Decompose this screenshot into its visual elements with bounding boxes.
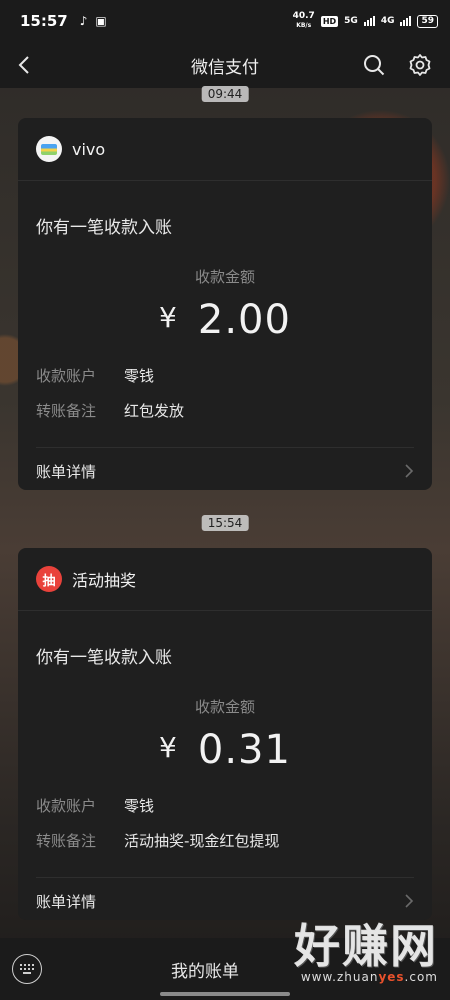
page-title: 微信支付 xyxy=(191,57,259,78)
card-sender: 活动抽奖 xyxy=(72,571,137,590)
bottom-menu-bar: 我的账单 好赚网 www.zhuanyes.com xyxy=(0,919,450,1000)
amount-number: 2.00 xyxy=(197,297,291,343)
site-watermark: 好赚网 www.zhuanyes.com xyxy=(294,910,438,984)
currency-symbol: ¥ xyxy=(159,731,178,764)
info-value: 红包发放 xyxy=(124,402,185,420)
screen: 15:57 ♪ ▣ 40.7 KB/s HD 5G 4G 59 微信支付 09:… xyxy=(0,0,450,1000)
keyboard-glyph-icon xyxy=(20,964,34,974)
currency-symbol: ¥ xyxy=(159,301,178,334)
bill-details-label: 账单详情 xyxy=(36,462,97,481)
chevron-right-icon xyxy=(405,894,414,908)
home-indicator[interactable] xyxy=(160,992,290,996)
watermark-url-prefix: www.zhuan xyxy=(300,970,379,984)
info-value: 零钱 xyxy=(124,797,155,815)
app-notification-icon: ▣ xyxy=(95,14,107,28)
vivo-wallet-icon xyxy=(36,136,62,162)
info-key: 转账备注 xyxy=(36,402,97,420)
net-speed: 40.7 KB/s xyxy=(293,12,315,30)
payment-card[interactable]: 抽 活动抽奖 你有一笔收款入账 收款金额 ¥0.31 收款账户 零钱 转账备注 … xyxy=(18,548,432,920)
info-row-remark: 转账备注 红包发放 xyxy=(36,400,414,421)
watermark-logo-text: 好赚网 xyxy=(294,919,438,973)
card-sender: vivo xyxy=(72,139,106,159)
battery-indicator: 59 xyxy=(417,14,438,28)
watermark-url-highlight: yes xyxy=(378,970,405,984)
amount-label: 收款金额 xyxy=(194,698,255,716)
info-key: 转账备注 xyxy=(36,832,97,850)
music-note-icon: ♪ xyxy=(79,14,88,28)
info-row-account: 收款账户 零钱 xyxy=(36,795,414,816)
card-header[interactable]: vivo xyxy=(18,118,432,181)
card-body: 你有一笔收款入账 收款金额 ¥2.00 收款账户 零钱 转账备注 红包发放 xyxy=(18,213,432,421)
message-timestamp: 15:54 xyxy=(201,515,249,531)
amount-label: 收款金额 xyxy=(194,268,255,286)
info-key: 收款账户 xyxy=(36,367,97,385)
info-row-account: 收款账户 零钱 xyxy=(36,365,414,386)
signal-4g-icon xyxy=(400,16,412,26)
network-5g-label: 5G xyxy=(344,16,358,26)
my-bills-menu[interactable]: 我的账单 xyxy=(171,957,239,982)
hd-badge: HD xyxy=(320,15,339,27)
info-value: 零钱 xyxy=(124,367,155,385)
watermark-url-suffix: .com xyxy=(404,970,438,984)
amount-number: 0.31 xyxy=(197,727,291,773)
payment-card[interactable]: vivo 你有一笔收款入账 收款金额 ¥2.00 收款账户 零钱 转账备注 红包… xyxy=(18,118,432,490)
bill-details-label: 账单详情 xyxy=(36,892,97,911)
net-speed-value: 40.7 xyxy=(292,11,315,21)
net-speed-unit: KB/s xyxy=(296,22,312,29)
nav-bar: 微信支付 xyxy=(0,42,450,88)
bill-details-link[interactable]: 账单详情 xyxy=(36,447,414,490)
info-row-remark: 转账备注 活动抽奖-现金红包提现 xyxy=(36,830,414,851)
card-headline: 你有一笔收款入账 xyxy=(36,218,172,238)
keyboard-icon[interactable] xyxy=(12,954,42,984)
card-headline: 你有一笔收款入账 xyxy=(36,648,172,668)
status-bar: 15:57 ♪ ▣ 40.7 KB/s HD 5G 4G 59 xyxy=(0,0,450,42)
amount-value: ¥0.31 xyxy=(36,727,414,773)
network-4g-label: 4G xyxy=(380,16,395,26)
card-header[interactable]: 抽 活动抽奖 xyxy=(18,548,432,611)
gear-icon[interactable] xyxy=(408,53,432,77)
message-timestamp: 09:44 xyxy=(201,86,249,102)
lottery-icon: 抽 xyxy=(36,566,62,592)
search-icon[interactable] xyxy=(362,53,386,77)
status-right: 40.7 KB/s HD 5G 4G 59 xyxy=(293,12,438,30)
amount-value: ¥2.00 xyxy=(36,297,414,343)
signal-5g-icon xyxy=(363,16,375,26)
info-key: 收款账户 xyxy=(36,797,97,815)
card-body: 你有一笔收款入账 收款金额 ¥0.31 收款账户 零钱 转账备注 活动抽奖-现金… xyxy=(18,643,432,851)
status-notification-icons: ♪ ▣ xyxy=(80,14,107,28)
status-time: 15:57 xyxy=(20,12,68,30)
info-value: 活动抽奖-现金红包提现 xyxy=(124,832,280,850)
watermark-url: www.zhuanyes.com xyxy=(294,970,438,984)
chevron-right-icon xyxy=(405,464,414,478)
back-arrow-icon[interactable] xyxy=(14,54,36,76)
